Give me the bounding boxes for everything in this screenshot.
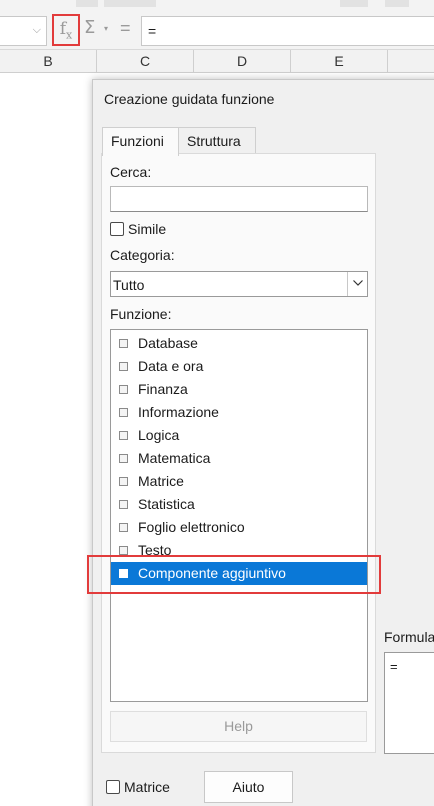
function-wizard-dialog: Creazione guidata funzione Funzioni Stru… [92, 79, 434, 806]
toolbar-fragment [76, 0, 98, 7]
column-header-b[interactable]: B [0, 50, 97, 73]
collapsed-node-icon [119, 454, 128, 463]
category-value: Tutto [113, 277, 145, 293]
similar-checkbox-row[interactable]: Simile [110, 221, 166, 237]
collapsed-node-icon [119, 477, 128, 486]
collapsed-node-icon [119, 362, 128, 371]
list-item-label: Foglio elettronico [138, 519, 245, 535]
sum-dropdown-icon[interactable]: ▾ [104, 24, 108, 33]
formula-bar: ⌵ fx Σ ▾ = = [0, 0, 434, 50]
column-header-e[interactable]: E [291, 50, 388, 73]
category-select[interactable]: Tutto [110, 271, 368, 297]
function-wizard-button[interactable]: fx [52, 14, 80, 46]
list-item-label: Data e ora [138, 358, 204, 374]
array-checkbox-row[interactable]: Matrice [106, 779, 170, 795]
aiuto-button[interactable]: Aiuto [204, 771, 293, 803]
function-category-list: Database Data e ora Finanza Informazione… [110, 329, 368, 702]
list-item-matematica[interactable]: Matematica [111, 447, 367, 470]
list-item-data-e-ora[interactable]: Data e ora [111, 355, 367, 378]
list-item-label: Matematica [138, 450, 211, 466]
dialog-title: Creazione guidata funzione [104, 91, 275, 107]
list-item-finanza[interactable]: Finanza [111, 378, 367, 401]
search-label: Cerca: [110, 164, 152, 180]
name-box[interactable]: ⌵ [0, 16, 47, 46]
chevron-down-icon [353, 280, 363, 286]
similar-checkbox[interactable] [110, 222, 124, 236]
list-item-informazione[interactable]: Informazione [111, 401, 367, 424]
list-item-label: Database [138, 335, 198, 351]
list-item-label: Statistica [138, 496, 195, 512]
collapsed-node-icon [119, 339, 128, 348]
tab-struttura[interactable]: Struttura [179, 127, 256, 154]
collapsed-node-icon [119, 431, 128, 440]
sum-icon[interactable]: Σ [84, 17, 95, 38]
column-header-c[interactable]: C [97, 50, 194, 73]
list-item-label: Informazione [138, 404, 219, 420]
list-item-label: Matrice [138, 473, 184, 489]
category-label: Categoria: [110, 247, 175, 263]
collapsed-node-icon [119, 408, 128, 417]
toolbar-fragment [104, 0, 156, 7]
toolbar-fragment [340, 0, 368, 7]
fx-icon-sub: x [66, 28, 73, 42]
toolbar-fragment [385, 0, 409, 7]
equals-icon[interactable]: = [120, 18, 131, 39]
column-header-d[interactable]: D [194, 50, 291, 73]
tab-funzioni[interactable]: Funzioni [102, 127, 179, 156]
collapsed-node-icon [119, 385, 128, 394]
selection-highlight-box [87, 555, 381, 594]
collapsed-node-icon [119, 523, 128, 532]
list-item-matrice[interactable]: Matrice [111, 470, 367, 493]
chevron-down-icon[interactable]: ⌵ [33, 24, 41, 37]
list-item-statistica[interactable]: Statistica [111, 493, 367, 516]
function-label: Funzione: [110, 306, 172, 322]
array-label: Matrice [124, 779, 170, 795]
formula-result-field[interactable]: = [384, 652, 434, 754]
category-dropdown-button[interactable] [347, 272, 367, 296]
list-item-logica[interactable]: Logica [111, 424, 367, 447]
formula-label: Formula [384, 629, 434, 645]
array-checkbox[interactable] [106, 780, 120, 794]
column-headers: B C D E [0, 50, 434, 73]
collapsed-node-icon [119, 546, 128, 555]
similar-label: Simile [128, 221, 167, 237]
list-item-database[interactable]: Database [111, 332, 367, 355]
collapsed-node-icon [119, 500, 128, 509]
list-item-label: Finanza [138, 381, 188, 397]
column-header-partial[interactable] [388, 50, 434, 73]
help-button[interactable]: Help [110, 711, 367, 742]
formula-input[interactable]: = [141, 16, 434, 46]
search-input[interactable] [110, 186, 368, 212]
list-item-foglio-elettronico[interactable]: Foglio elettronico [111, 516, 367, 539]
list-item-label: Logica [138, 427, 180, 443]
